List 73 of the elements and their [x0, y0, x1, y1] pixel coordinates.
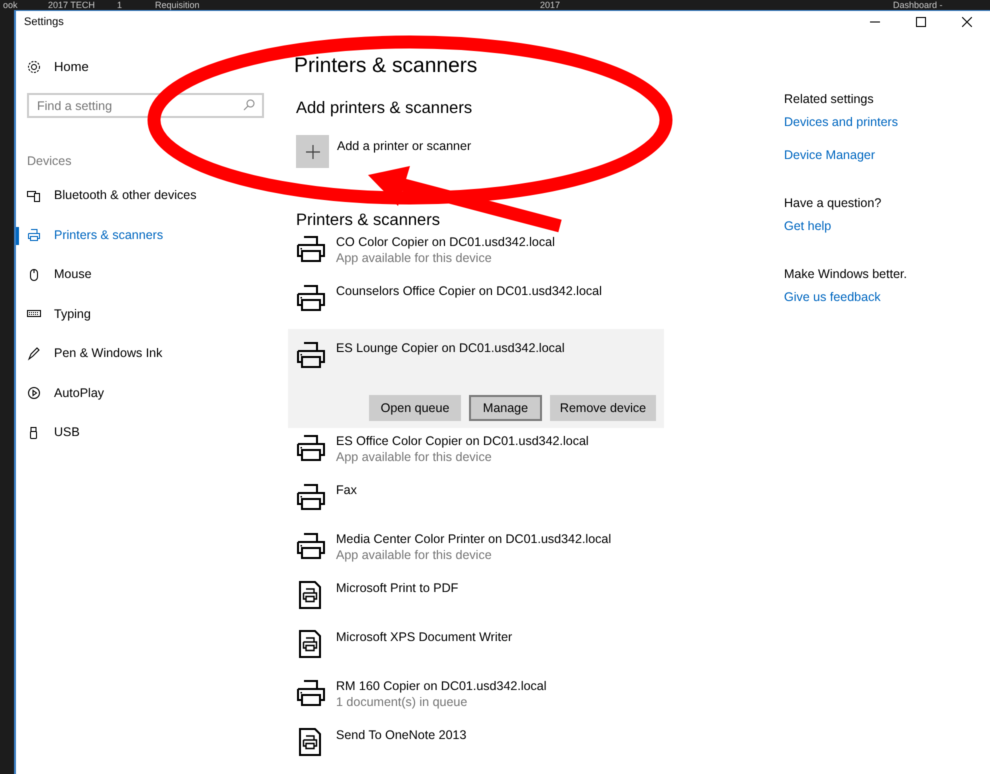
sidebar-item[interactable]: Pen & Windows Ink [16, 334, 280, 374]
background-window-text: 1 [117, 0, 122, 10]
printer-list-item[interactable]: Microsoft Print to PDF [288, 575, 664, 624]
printer-icon [296, 678, 326, 708]
printer-name: Microsoft XPS Document Writer [336, 629, 512, 645]
link[interactable]: Get help [784, 218, 907, 234]
section-heading: Printers & scanners [296, 210, 441, 229]
printer-list-item[interactable]: RM 160 Copier on DC01.usd342.local 1 document(s) in queue [288, 673, 664, 722]
background-window-text: Dashboard - [893, 0, 943, 10]
section-heading: Devices [26, 153, 72, 168]
link[interactable]: Device Manager [784, 147, 907, 163]
printer-name: ES Lounge Copier on DC01.usd342.local [336, 340, 565, 356]
link[interactable]: Give us feedback [784, 289, 907, 305]
mouse-icon [27, 268, 41, 282]
add-printer-button[interactable]: Add a printer or scanner [296, 135, 472, 168]
sidebar-item[interactable]: Printers & scanners [16, 216, 280, 255]
sidebar-item[interactable]: AutoPlay [16, 374, 280, 413]
printer-icon [296, 340, 326, 370]
printer-name: Microsoft Print to PDF [336, 580, 458, 596]
sidebar-item[interactable]: Typing [16, 294, 280, 334]
action-button[interactable]: Manage [469, 395, 542, 421]
printer-icon [296, 482, 326, 512]
sidebar-item[interactable]: Mouse [16, 255, 280, 294]
printer-name: ES Office Color Copier on DC01.usd342.local [336, 433, 589, 449]
section-heading: Related settings [784, 91, 875, 107]
printer-icon [27, 228, 41, 242]
window-title: Settings [24, 14, 64, 30]
page-title: Printers & scanners [294, 53, 478, 79]
printer-list-item[interactable]: Media Center Color Printer on DC01.usd342.local App available for this device [288, 526, 664, 575]
link[interactable]: Devices and printers [784, 114, 907, 130]
search-field[interactable]: Find a setting [27, 93, 264, 118]
sidebar-item[interactable]: Bluetooth & other devices [16, 176, 280, 216]
selection-indicator [16, 226, 19, 244]
printer-list-item[interactable]: Fax [288, 477, 664, 526]
devices-icon [27, 188, 41, 203]
printer-list-item[interactable]: Microsoft XPS Document Writer [288, 624, 664, 673]
printer-icon [296, 433, 326, 463]
printer-icon [296, 531, 326, 561]
close-icon [962, 17, 972, 27]
section-heading: Have a question? [784, 195, 882, 211]
background-window-text: 2017 TECH [48, 0, 95, 10]
background-window-text: Requisition [155, 0, 200, 10]
printer-status: 1 document(s) in queue [336, 694, 468, 710]
printer-list-item[interactable]: CO Color Copier on DC01.usd342.local App available for this device [288, 229, 664, 278]
maximize-icon [916, 17, 926, 27]
printer-name: RM 160 Copier on DC01.usd342.local [336, 678, 547, 694]
printer-name: Fax [336, 482, 357, 498]
pen-icon [27, 346, 41, 361]
printer-name: Send To OneNote 2013 [336, 727, 466, 743]
printer-list-item[interactable]: Counselors Office Copier on DC01.usd342.local [288, 278, 664, 327]
printer-name: Media Center Color Printer on DC01.usd342.local [336, 531, 612, 547]
section-heading: Add printers & scanners [296, 98, 474, 119]
background-window-text: 2017 [540, 0, 560, 10]
action-button[interactable]: Remove device [550, 395, 656, 421]
printer-icon [296, 283, 326, 313]
gear-icon [27, 60, 41, 74]
printer-list-item[interactable]: ES Office Color Copier on DC01.usd342.local App available for this device [288, 428, 664, 477]
search-icon [243, 99, 255, 111]
printer-name: Counselors Office Copier on DC01.usd342.local [336, 283, 602, 299]
plus-icon [306, 144, 320, 158]
printer-list-item[interactable]: Send To OneNote 2013 [288, 722, 664, 771]
section-heading: Make Windows better. [784, 266, 907, 282]
printer-icon [296, 234, 326, 264]
background-window-text: ook [3, 0, 18, 10]
printer-status: App available for this device [336, 250, 493, 266]
printer-status: App available for this device [336, 547, 493, 563]
printer-status: App available for this device [336, 449, 493, 465]
sidebar-item[interactable]: USB [16, 413, 280, 452]
play-circle-icon [27, 386, 41, 400]
action-button[interactable]: Open queue [369, 395, 461, 421]
printer-list-item[interactable]: ES Lounge Copier on DC01.usd342.local Open queue Manage Remove device [288, 329, 664, 428]
home-link[interactable]: Home [16, 57, 280, 77]
printer-name: CO Color Copier on DC01.usd342.local [336, 234, 555, 250]
